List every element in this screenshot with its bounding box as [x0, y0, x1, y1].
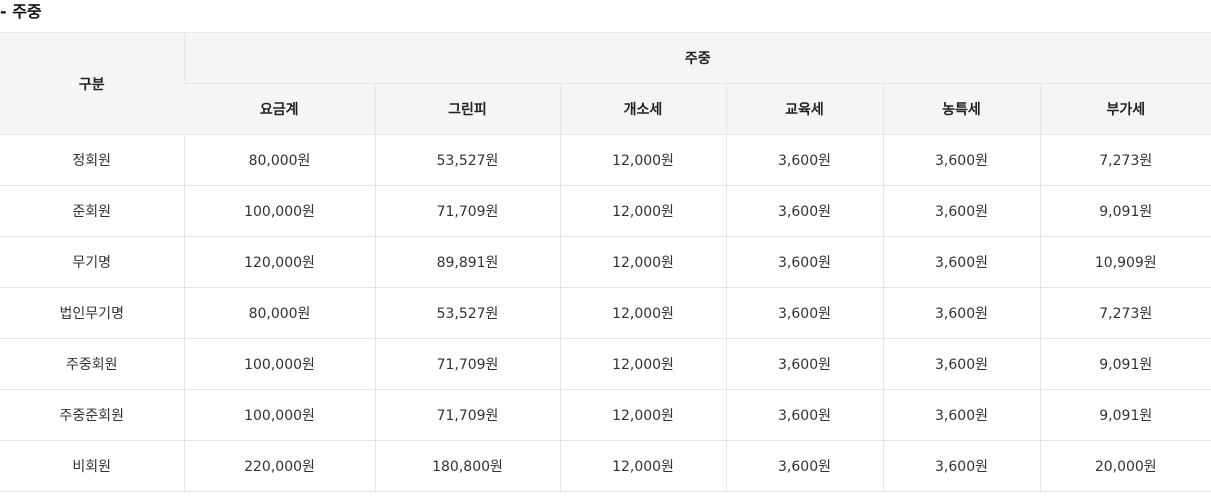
cell-green-fee: 89,891원	[374, 236, 560, 288]
cell-education-tax: 3,600원	[725, 440, 883, 492]
row-label: 비회원	[0, 440, 184, 492]
table-row: 준회원 100,000원 71,709원 12,000원 3,600원 3,60…	[0, 185, 1211, 237]
table-row: 무기명 120,000원 89,891원 12,000원 3,600원 3,60…	[0, 236, 1211, 288]
weekday-group-header: 주중	[183, 32, 1211, 84]
cell-total-fee: 100,000원	[183, 338, 375, 390]
column-header-individual-consumption-tax: 개소세	[559, 83, 726, 135]
cell-vat: 9,091원	[1039, 338, 1211, 390]
cell-education-tax: 3,600원	[725, 134, 883, 186]
row-label: 법인무기명	[0, 287, 184, 339]
table-header: 구분 주중 요금계 그린피 개소세 교육세 농특세 부가세	[0, 32, 1211, 135]
cell-rural-special-tax: 3,600원	[882, 440, 1040, 492]
cell-rural-special-tax: 3,600원	[882, 185, 1040, 237]
row-label: 주중준회원	[0, 389, 184, 441]
category-header: 구분	[0, 32, 184, 135]
cell-total-fee: 220,000원	[183, 440, 375, 492]
cell-education-tax: 3,600원	[725, 287, 883, 339]
cell-individual-consumption-tax: 12,000원	[559, 338, 726, 390]
cell-education-tax: 3,600원	[725, 389, 883, 441]
cell-individual-consumption-tax: 12,000원	[559, 185, 726, 237]
cell-green-fee: 53,527원	[374, 287, 560, 339]
cell-individual-consumption-tax: 12,000원	[559, 287, 726, 339]
row-label: 정회원	[0, 134, 184, 186]
row-label: 준회원	[0, 185, 184, 237]
table-row: 주중준회원 100,000원 71,709원 12,000원 3,600원 3,…	[0, 389, 1211, 441]
cell-green-fee: 71,709원	[374, 185, 560, 237]
cell-individual-consumption-tax: 12,000원	[559, 389, 726, 441]
cell-total-fee: 100,000원	[183, 185, 375, 237]
cell-vat: 9,091원	[1039, 185, 1211, 237]
cell-green-fee: 53,527원	[374, 134, 560, 186]
cell-rural-special-tax: 3,600원	[882, 389, 1040, 441]
cell-green-fee: 71,709원	[374, 389, 560, 441]
cell-vat: 10,909원	[1039, 236, 1211, 288]
column-header-rural-special-tax: 농특세	[882, 83, 1040, 135]
column-header-education-tax: 교육세	[725, 83, 883, 135]
cell-vat: 7,273원	[1039, 134, 1211, 186]
cell-green-fee: 71,709원	[374, 338, 560, 390]
cell-education-tax: 3,600원	[725, 338, 883, 390]
fee-table: 구분 주중 요금계 그린피 개소세 교육세 농특세 부가세 정회원 80,000…	[0, 32, 1211, 492]
cell-total-fee: 80,000원	[183, 134, 375, 186]
column-header-total-fee: 요금계	[184, 83, 375, 135]
cell-total-fee: 120,000원	[183, 236, 375, 288]
table-row: 주중회원 100,000원 71,709원 12,000원 3,600원 3,6…	[0, 338, 1211, 390]
table-body: 정회원 80,000원 53,527원 12,000원 3,600원 3,600…	[0, 134, 1211, 492]
cell-education-tax: 3,600원	[725, 236, 883, 288]
cell-vat: 7,273원	[1039, 287, 1211, 339]
row-label: 무기명	[0, 236, 184, 288]
cell-rural-special-tax: 3,600원	[882, 338, 1040, 390]
column-header-vat: 부가세	[1039, 83, 1211, 135]
column-header-green-fee: 그린피	[374, 83, 560, 135]
cell-rural-special-tax: 3,600원	[882, 236, 1040, 288]
header-row-group: 구분 주중	[0, 32, 1211, 135]
cell-education-tax: 3,600원	[725, 185, 883, 237]
cell-green-fee: 180,800원	[374, 440, 560, 492]
row-label: 주중회원	[0, 338, 184, 390]
cell-rural-special-tax: 3,600원	[882, 134, 1040, 186]
cell-total-fee: 100,000원	[183, 389, 375, 441]
table-row: 비회원 220,000원 180,800원 12,000원 3,600원 3,6…	[0, 440, 1211, 492]
table-row: 법인무기명 80,000원 53,527원 12,000원 3,600원 3,6…	[0, 287, 1211, 339]
table-row: 정회원 80,000원 53,527원 12,000원 3,600원 3,600…	[0, 134, 1211, 186]
cell-individual-consumption-tax: 12,000원	[559, 440, 726, 492]
cell-individual-consumption-tax: 12,000원	[559, 236, 726, 288]
cell-vat: 9,091원	[1039, 389, 1211, 441]
cell-individual-consumption-tax: 12,000원	[559, 134, 726, 186]
section-title: - 주중	[0, 2, 42, 21]
cell-vat: 20,000원	[1039, 440, 1211, 492]
cell-rural-special-tax: 3,600원	[882, 287, 1040, 339]
cell-total-fee: 80,000원	[183, 287, 375, 339]
